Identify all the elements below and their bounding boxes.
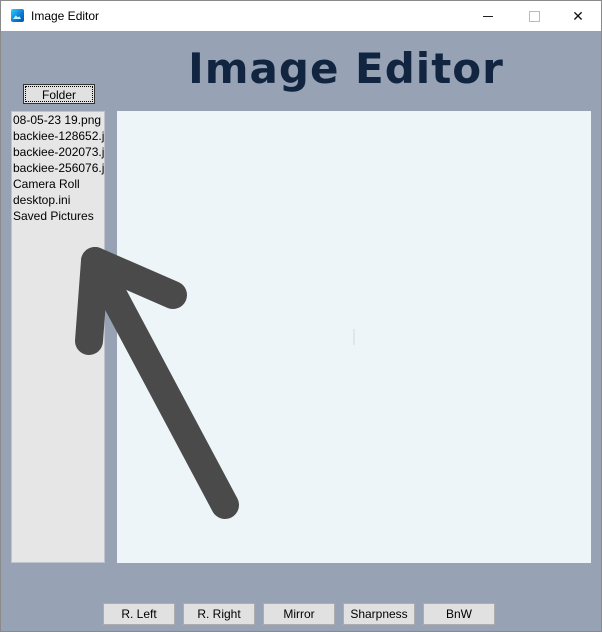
close-icon: ✕ bbox=[572, 7, 584, 24]
bnw-button[interactable]: BnW bbox=[423, 603, 495, 625]
arrow-icon bbox=[75, 247, 239, 519]
title-bar[interactable]: Image Editor ✕ bbox=[1, 1, 601, 31]
mirror-button[interactable]: Mirror bbox=[263, 603, 335, 625]
window-title: Image Editor bbox=[31, 9, 100, 23]
list-item[interactable]: Camera Roll bbox=[12, 176, 104, 192]
rotate-left-button[interactable]: R. Left bbox=[103, 603, 175, 625]
preview-placeholder bbox=[353, 329, 355, 345]
app-icon bbox=[11, 9, 24, 22]
maximize-button[interactable] bbox=[511, 1, 557, 31]
folder-button[interactable]: Folder bbox=[23, 84, 95, 104]
list-item[interactable]: backiee-128652.jpg bbox=[12, 128, 104, 144]
list-item[interactable]: 08-05-23 19.png bbox=[12, 112, 104, 128]
list-item[interactable]: backiee-256076.jpg bbox=[12, 160, 104, 176]
minimize-button[interactable] bbox=[465, 1, 511, 31]
app-window: Image Editor ✕ Image Editor Folder 08-05… bbox=[0, 0, 602, 632]
close-button[interactable]: ✕ bbox=[555, 1, 601, 31]
list-item[interactable]: desktop.ini bbox=[12, 192, 104, 208]
page-title: Image Editor bbox=[188, 44, 504, 93]
sharpness-button[interactable]: Sharpness bbox=[343, 603, 415, 625]
minimize-icon bbox=[483, 15, 493, 17]
rotate-right-button[interactable]: R. Right bbox=[183, 603, 255, 625]
list-item[interactable]: Saved Pictures bbox=[12, 208, 104, 224]
maximize-icon bbox=[528, 10, 540, 22]
list-item[interactable]: backiee-202073.jpg bbox=[12, 144, 104, 160]
